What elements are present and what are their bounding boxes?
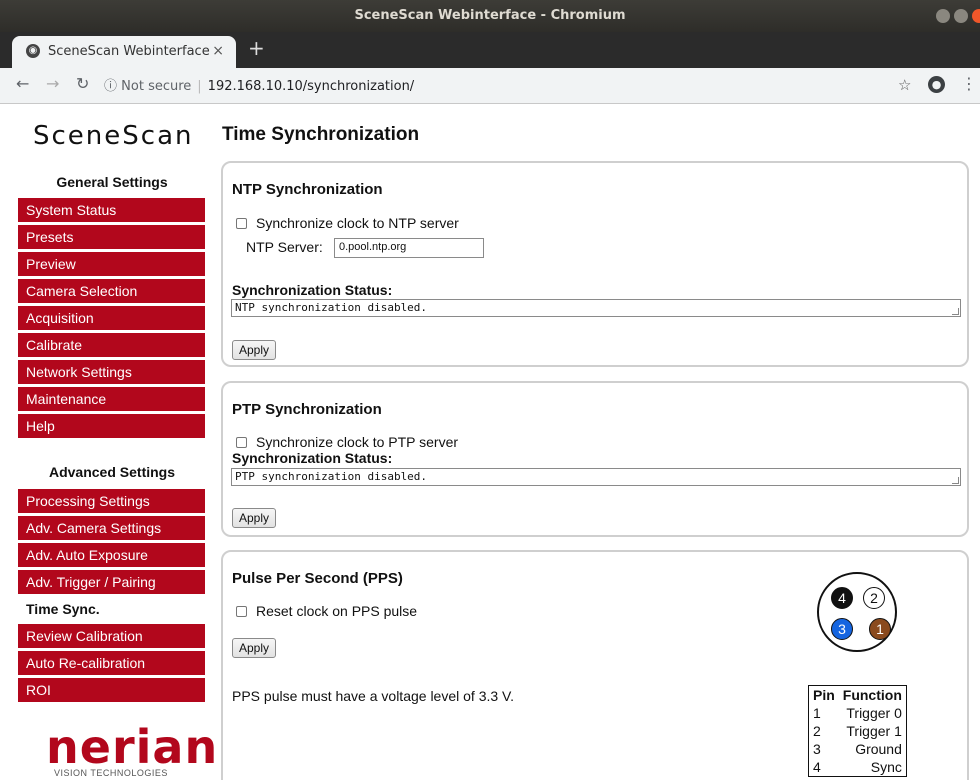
pin-number-cell: 3	[813, 741, 821, 757]
sidebar-item-review-calibration[interactable]: Review Calibration	[18, 624, 205, 648]
new-tab-button[interactable]: +	[248, 36, 265, 60]
sidebar-item-system-status[interactable]: System Status	[18, 198, 205, 222]
ntp-section-title: NTP Synchronization	[232, 181, 383, 198]
sidebar-item-roi[interactable]: ROI	[18, 678, 205, 702]
pps-reset-checkbox-label: Reset clock on PPS pulse	[256, 603, 418, 619]
ntp-status-textarea[interactable]: NTP synchronization disabled.	[231, 299, 961, 317]
ntp-sync-checkbox[interactable]	[236, 217, 247, 229]
general-settings-title: General Settings	[56, 174, 168, 190]
sidebar-item-acquisition[interactable]: Acquisition	[18, 306, 205, 330]
address-bar[interactable]: ⓘ Not secure | 192.168.10.10/synchronizati…	[104, 75, 414, 94]
sidebar-item-network-settings[interactable]: Network Settings	[18, 360, 205, 384]
window-controls	[936, 9, 980, 23]
ntp-server-input[interactable]: 0.pool.ntp.org	[334, 238, 484, 258]
pin-function-cell: Trigger 1	[846, 723, 902, 739]
sidebar-item-adv-camera-settings[interactable]: Adv. Camera Settings	[18, 516, 205, 540]
ntp-status-label: Synchronization Status:	[232, 282, 393, 298]
reload-icon[interactable]: ↻	[76, 74, 89, 93]
minimize-button[interactable]	[936, 9, 950, 23]
ptp-apply-button[interactable]: Apply	[232, 508, 277, 528]
pin-function-cell: Ground	[855, 741, 902, 757]
sidebar-item-camera-selection[interactable]: Camera Selection	[18, 279, 205, 303]
tab-close-icon[interactable]: ×	[212, 43, 224, 59]
ptp-status-textarea[interactable]: PTP synchronization disabled.	[231, 468, 961, 486]
sidebar-item-presets[interactable]: Presets	[18, 225, 205, 249]
url-text: 192.168.10.10/synchronization/	[207, 79, 415, 94]
sidebar-item-processing-settings[interactable]: Processing Settings	[18, 489, 205, 513]
pps-voltage-note: PPS pulse must have a voltage level of 3…	[232, 688, 514, 704]
pin-2-icon: 2	[863, 587, 885, 609]
sidebar-item-calibrate[interactable]: Calibrate	[18, 333, 205, 357]
close-window-button[interactable]	[972, 9, 980, 23]
pps-reset-checkbox[interactable]	[236, 605, 247, 617]
table-row: 3 Ground	[809, 740, 907, 758]
back-arrow-icon[interactable]: ←	[16, 74, 29, 93]
account-icon[interactable]: ●	[928, 76, 945, 93]
tab-label: SceneScan Webinterface	[48, 44, 210, 59]
pin-number-cell: 2	[813, 723, 821, 739]
tab-strip: ◉ SceneScan Webinterface ×	[0, 32, 980, 68]
sidebar-item-auto-re-calibration[interactable]: Auto Re-calibration	[18, 651, 205, 675]
pin-function-table: Pin Function 1 Trigger 0 2 Trigger 1 3 Ground…	[808, 685, 907, 777]
pin-1-icon: 1	[869, 618, 891, 640]
ptp-sync-checkbox[interactable]	[236, 436, 247, 448]
table-row: 2 Trigger 1	[809, 722, 907, 740]
table-header-pin: Pin	[813, 687, 835, 703]
sidebar-item-adv-trigger-pairing[interactable]: Adv. Trigger / Pairing	[18, 570, 205, 594]
sidebar-item-help[interactable]: Help	[18, 414, 205, 438]
pps-apply-button[interactable]: Apply	[232, 638, 277, 658]
pin-number-cell: 1	[813, 705, 821, 721]
sidebar-item-adv-auto-exposure[interactable]: Adv. Auto Exposure	[18, 543, 205, 567]
ntp-panel: NTP Synchronization Synchronize clock to…	[221, 161, 969, 367]
pin-number-cell: 4	[813, 759, 821, 775]
table-row: 4 Sync	[809, 758, 907, 777]
pps-panel: Pulse Per Second (PPS) Reset clock on PP…	[221, 550, 969, 780]
pin-4-icon: 4	[831, 587, 853, 609]
ptp-status-label: Synchronization Status:	[232, 450, 393, 466]
pps-reset-checkbox-row[interactable]: Reset clock on PPS pulse	[236, 603, 417, 619]
ptp-sync-checkbox-label: Synchronize clock to PTP server	[256, 434, 459, 450]
navigation-bar: ← → ↻ ⓘ Not secure | 192.168.10.10/synchro…	[0, 68, 980, 104]
browser-tab[interactable]: ◉ SceneScan Webinterface ×	[12, 36, 236, 68]
advanced-settings-title: Advanced Settings	[48, 464, 176, 480]
general-settings-menu: System Status Presets Preview Camera Select…	[18, 198, 205, 441]
info-icon[interactable]: ⓘ	[104, 79, 117, 94]
pps-section-title: Pulse Per Second (PPS)	[232, 570, 403, 587]
ntp-server-label: NTP Server:	[246, 239, 323, 255]
forward-arrow-icon[interactable]: →	[46, 74, 59, 93]
nerian-logo: nerian	[46, 720, 219, 774]
ptp-section-title: PTP Synchronization	[232, 401, 382, 418]
page-title: Time Synchronization	[222, 124, 420, 145]
window-title-bar: SceneScan Webinterface - Chromium	[0, 0, 980, 32]
globe-icon: ◉	[26, 44, 40, 58]
scenescan-logo: SceneScan	[33, 121, 194, 151]
table-header-function: Function	[842, 687, 902, 703]
ntp-sync-checkbox-label: Synchronize clock to NTP server	[256, 215, 459, 231]
sidebar-item-preview[interactable]: Preview	[18, 252, 205, 276]
pin-function-cell: Sync	[870, 759, 902, 775]
ntp-sync-checkbox-row[interactable]: Synchronize clock to NTP server	[236, 215, 459, 231]
connector-pinout-diagram: 4 2 3 1	[817, 572, 897, 652]
ntp-apply-button[interactable]: Apply	[232, 340, 277, 360]
sidebar-item-time-sync[interactable]: Time Sync.	[18, 597, 205, 621]
pin-3-icon: 3	[831, 618, 853, 640]
table-row: 1 Trigger 0	[809, 704, 907, 722]
ptp-sync-checkbox-row[interactable]: Synchronize clock to PTP server	[236, 434, 458, 450]
bookmark-star-icon[interactable]: ☆	[898, 76, 911, 94]
ptp-panel: PTP Synchronization Synchronize clock to…	[221, 381, 969, 537]
nerian-logo-subtitle: VISION TECHNOLOGIES	[54, 768, 168, 778]
browser-menu-icon[interactable]: ⋮	[961, 74, 977, 93]
table-header-row: Pin Function	[809, 686, 907, 705]
pin-function-cell: Trigger 0	[846, 705, 902, 721]
security-label: Not secure	[121, 79, 192, 94]
sidebar-item-maintenance[interactable]: Maintenance	[18, 387, 205, 411]
window-title: SceneScan Webinterface - Chromium	[354, 8, 626, 23]
advanced-settings-menu: Processing Settings Adv. Camera Settings A…	[18, 489, 205, 705]
maximize-button[interactable]	[954, 9, 968, 23]
